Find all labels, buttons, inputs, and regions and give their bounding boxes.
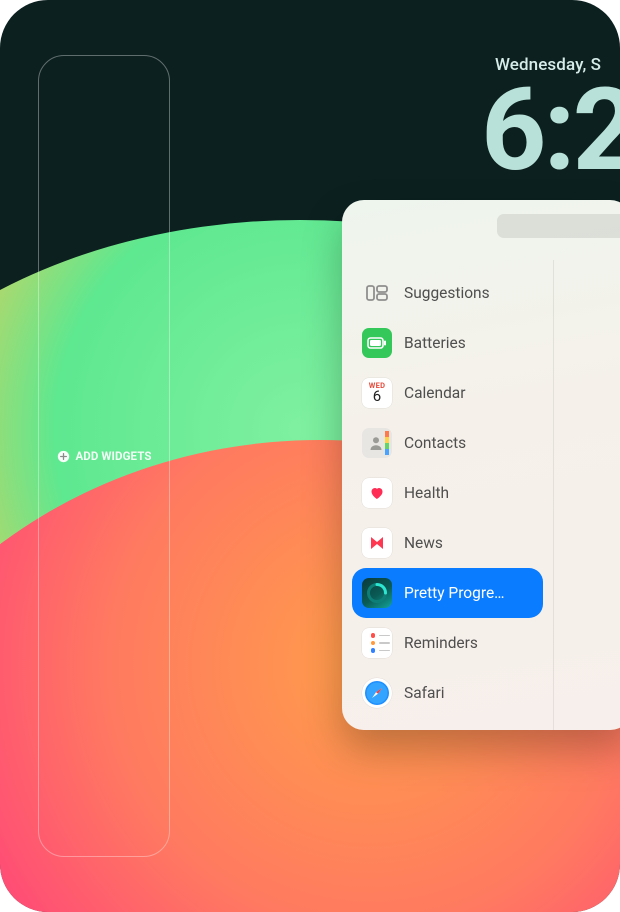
add-widgets-label: ADD WIDGETS: [75, 449, 151, 463]
reminders-icon: [362, 628, 392, 658]
safari-icon: [362, 678, 392, 708]
sidebar-item-label: News: [404, 534, 533, 552]
sidebar-item-safari[interactable]: Safari: [352, 668, 543, 718]
sidebar-item-label: Safari: [404, 684, 533, 702]
lockscreen-canvas: Wednesday, S 6:2 ADD WIDGETS Displa Sugg…: [0, 0, 620, 912]
news-icon: [362, 528, 392, 558]
sidebar-item-batteries[interactable]: Batteries: [352, 318, 543, 368]
time-label: 6:2: [481, 73, 620, 187]
sidebar-item-label: Reminders: [404, 634, 533, 652]
sidebar-item-label: Health: [404, 484, 533, 502]
calendar-icon-day: 6: [373, 389, 381, 404]
sidebar-item-label: Batteries: [404, 334, 533, 352]
sidebar-item-news[interactable]: News: [352, 518, 543, 568]
sidebar-item-label: Pretty Progre…: [404, 584, 533, 602]
sidebar-item-suggestions[interactable]: Suggestions: [352, 268, 543, 318]
widget-picker-panel: Displa Suggestions Batteries: [342, 200, 620, 730]
sidebar-item-reminders[interactable]: Reminders: [352, 618, 543, 668]
widget-app-sidebar: Suggestions Batteries WED 6 Calendar: [342, 260, 554, 730]
sidebar-item-label: Contacts: [404, 434, 533, 452]
calendar-icon: WED 6: [362, 378, 392, 408]
search-input[interactable]: [497, 214, 620, 238]
clock-area: Wednesday, S 6:2: [471, 55, 620, 187]
panel-body: Suggestions Batteries WED 6 Calendar: [342, 260, 620, 730]
contacts-icon: [362, 428, 392, 458]
plus-circle-icon: [56, 449, 70, 463]
pretty-progress-icon: [362, 578, 392, 608]
add-widgets-button[interactable]: ADD WIDGETS: [56, 449, 151, 463]
sidebar-item-contacts[interactable]: Contacts: [352, 418, 543, 468]
widget-slot[interactable]: ADD WIDGETS: [38, 55, 170, 857]
sidebar-item-health[interactable]: Health: [352, 468, 543, 518]
batteries-icon: [362, 328, 392, 358]
health-icon: [362, 478, 392, 508]
sidebar-item-label: Calendar: [404, 384, 533, 402]
suggestions-icon: [362, 278, 392, 308]
sidebar-item-label: Suggestions: [404, 284, 533, 302]
sidebar-item-calendar[interactable]: WED 6 Calendar: [352, 368, 543, 418]
sidebar-item-pretty-progress[interactable]: Pretty Progre…: [352, 568, 543, 618]
